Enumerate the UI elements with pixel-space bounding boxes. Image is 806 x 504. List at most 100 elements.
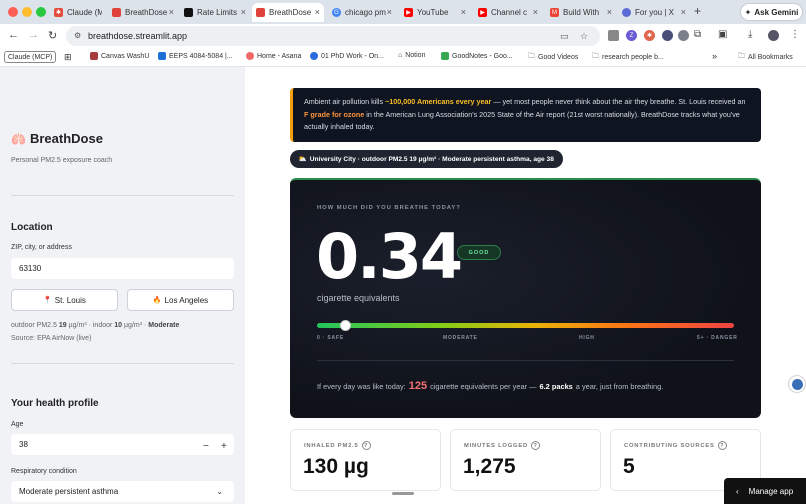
bookmark-item[interactable]: 01 PhD Work - On... (310, 52, 384, 60)
annual-packs-value: 6.2 packs (539, 382, 573, 391)
bookmark-folder[interactable]: 🗀 Good Videos (528, 52, 578, 63)
ask-gemini-button[interactable]: ✦ Ask Gemini (740, 3, 803, 21)
bookmark-item[interactable]: Home - Asana (246, 52, 301, 60)
extension-icon[interactable]: Z (626, 30, 637, 41)
weather-icon: ⛅ (298, 156, 307, 163)
folder-icon: 🗀 (738, 53, 745, 60)
close-tab-icon[interactable]: × (241, 7, 246, 17)
bookmark-star-icon[interactable]: ☆ (580, 31, 588, 42)
bookmark-item[interactable]: Claude (MCP) (4, 51, 57, 63)
condition-select[interactable]: Moderate persistent asthma ⌄ (11, 481, 234, 502)
tab-title: BreathDose (125, 8, 168, 17)
side-panel-icon[interactable]: ▣ (718, 29, 727, 40)
los-angeles-button[interactable]: 🔥 Los Angeles (127, 289, 234, 311)
readings-text: outdoor PM2.5 (11, 322, 59, 329)
age-input[interactable]: 38 (11, 434, 234, 455)
close-tab-icon[interactable]: × (169, 7, 174, 17)
extension-icon[interactable] (608, 30, 619, 41)
rate-limits-favicon-icon (184, 8, 193, 17)
box-icon (158, 52, 166, 60)
extensions-puzzle-icon[interactable]: ⧉ (694, 29, 701, 40)
new-tab-button[interactable]: + (694, 4, 701, 18)
site-info-icon[interactable]: ⚙ (74, 31, 81, 40)
browser-tab[interactable]: ▶ Channel c × (474, 3, 542, 22)
age-decrement-button[interactable]: − (203, 441, 209, 452)
projection-text: If every day was like today: (317, 382, 406, 391)
age-increment-button[interactable]: + (221, 441, 227, 452)
close-tab-icon[interactable]: × (607, 7, 612, 17)
profile-avatar[interactable] (768, 30, 779, 41)
extension-icon[interactable] (662, 30, 673, 41)
more-bookmarks-button[interactable]: » (712, 51, 717, 61)
bookmark-folder[interactable]: 🗀 research people b... (592, 52, 664, 63)
st-louis-button[interactable]: 📍 St. Louis (11, 289, 118, 311)
browser-toolbar: ← → ↻ ⚙ breathdose.streamlit.app ▭ ☆ Z ✱… (0, 24, 806, 48)
download-icon[interactable]: ⤓ (748, 29, 752, 40)
context-text: University City · outdoor PM2.5 19 µg/m³… (309, 155, 554, 163)
fullscreen-window-button[interactable] (36, 7, 46, 17)
bookmark-item[interactable]: GoodNotes - Goo... (441, 52, 513, 60)
aqi-category: Moderate (148, 322, 180, 329)
bookmark-label: Home - Asana (257, 52, 302, 60)
forward-arrow-icon[interactable]: → (28, 29, 39, 41)
close-tab-icon[interactable]: × (315, 7, 320, 17)
cast-icon[interactable]: ▭ (560, 31, 569, 42)
browser-tab[interactable]: M Build With × (546, 3, 616, 22)
close-tab-icon[interactable]: × (387, 7, 392, 17)
manage-app-label: Manage app (748, 486, 794, 496)
reload-icon[interactable]: ↻ (48, 29, 57, 42)
address-bar[interactable]: ⚙ breathdose.streamlit.app ▭ ☆ (66, 26, 600, 46)
metric-card-inhaled: INHALED PM2.5 ? 130 µg (290, 429, 441, 491)
dose-card: HOW MUCH DID YOU BREATHE TODAY? 0.34 GOO… (290, 178, 761, 418)
bookmark-item[interactable]: ⌂ Notion (398, 52, 425, 59)
extension-icon[interactable]: ✱ (644, 30, 655, 41)
banner-text: Ambient air pollution kills (304, 97, 386, 106)
main-content: Ambient air pollution kills ~100,000 Ame… (245, 67, 806, 504)
manage-app-button[interactable]: ‹ Manage app (724, 478, 806, 504)
lungs-favicon-icon (256, 8, 265, 17)
chevron-left-icon: ‹ (736, 486, 739, 496)
metric-value: 5 (623, 455, 635, 478)
gauge-tick-label: MODERATE (443, 335, 478, 341)
browser-tab[interactable]: G chicago pm × (328, 3, 396, 22)
close-tab-icon[interactable]: × (533, 7, 538, 17)
help-icon[interactable]: ? (531, 441, 541, 450)
google-drive-icon (441, 52, 449, 60)
bookmark-item[interactable]: EEPS 4084-5084 |... (158, 52, 233, 60)
canvas-icon (90, 52, 98, 60)
metric-card-minutes: MINUTES LOGGED ? 1,275 (450, 429, 601, 491)
browser-tab[interactable]: For you | X × (618, 3, 690, 22)
condition-value: Moderate persistent asthma (19, 487, 119, 496)
extension-icon[interactable] (678, 30, 689, 41)
close-tab-icon[interactable]: × (461, 7, 466, 17)
help-icon[interactable]: ? (717, 441, 727, 450)
dose-unit-label: cigarette equivalents (317, 293, 400, 303)
scroll-handle[interactable] (392, 492, 414, 495)
close-tab-icon[interactable]: × (681, 7, 686, 17)
tab-title: Build With (563, 8, 600, 17)
browser-tab[interactable]: ▶ YouTube × (400, 3, 470, 22)
browser-tab[interactable]: Rate Limits × (180, 3, 250, 22)
menu-kebab-icon[interactable]: ⋮ (790, 29, 800, 40)
browser-tab-active[interactable]: BreathDose × (252, 3, 324, 22)
bookmark-label: Good Videos (538, 54, 579, 61)
minimize-window-button[interactable] (22, 7, 32, 17)
help-icon[interactable]: ? (361, 441, 371, 450)
metric-label: MINUTES LOGGED ? (464, 441, 541, 450)
apps-grid-icon[interactable]: ⊞ (64, 52, 72, 63)
cigarette-equivalent-value: 0.34 (316, 220, 463, 293)
all-bookmarks-button[interactable]: 🗀 All Bookmarks (738, 52, 793, 63)
all-bookmarks-label: All Bookmarks (748, 54, 793, 61)
zip-input[interactable]: 63130 (11, 258, 234, 279)
browser-tab[interactable]: BreathDose × (108, 3, 178, 22)
age-label: Age (11, 421, 24, 428)
browser-tab[interactable]: ✱ Claude (MCP) (50, 3, 102, 22)
bookmark-item[interactable]: Canvas WashU (90, 52, 149, 60)
back-arrow-icon[interactable]: ← (8, 29, 19, 41)
floating-avatar-button[interactable] (788, 375, 806, 393)
close-window-button[interactable] (8, 7, 18, 17)
metric-label: INHALED PM2.5 ? (304, 441, 371, 450)
bookmark-label: GoodNotes - Goo... (452, 52, 513, 60)
folder-icon: 🗀 (528, 53, 535, 60)
banner-highlight: F grade for ozone (304, 109, 365, 119)
